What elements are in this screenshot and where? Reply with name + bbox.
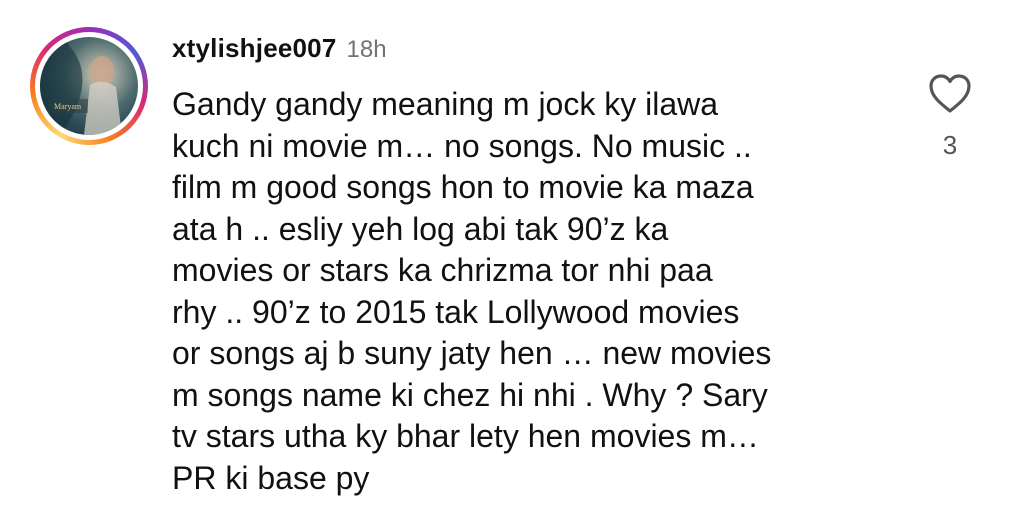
avatar-image: Maryam bbox=[40, 37, 122, 135]
like-button[interactable] bbox=[927, 72, 973, 114]
heart-outline-icon bbox=[929, 74, 971, 113]
avatar-caption: Maryam bbox=[54, 102, 82, 111]
avatar[interactable]: Maryam bbox=[40, 37, 138, 135]
username-link[interactable]: xtylishjee007 bbox=[172, 33, 337, 63]
timestamp: 18h bbox=[346, 36, 387, 63]
avatar-story-ring[interactable]: Maryam bbox=[30, 27, 148, 145]
comment-text: Gandy gandy meaning m jock ky ilawa kuch… bbox=[172, 86, 772, 496]
like-count[interactable]: 3 bbox=[927, 130, 973, 161]
comment-header: xtylishjee007 18h bbox=[172, 33, 387, 64]
